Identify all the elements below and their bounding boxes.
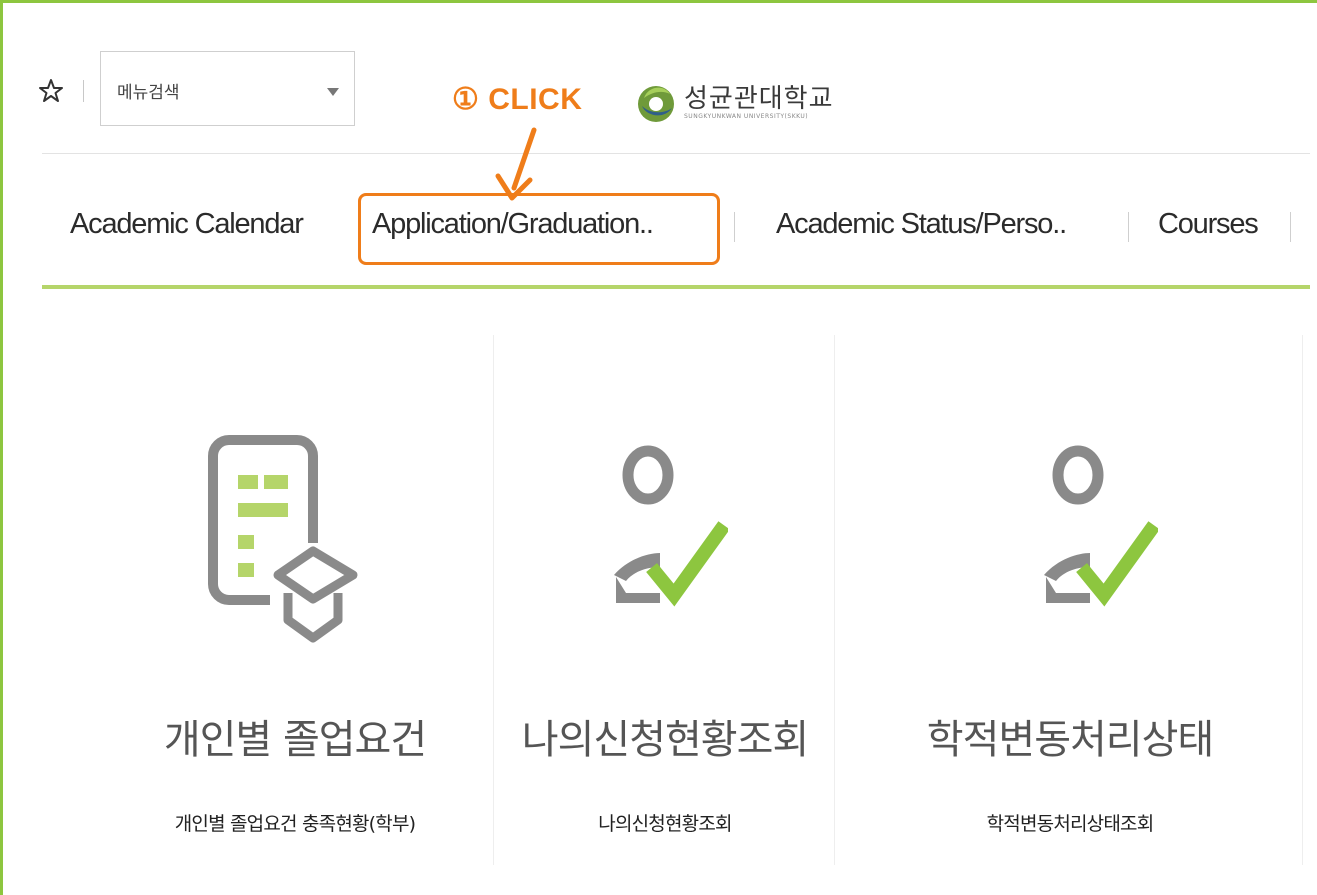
menu-search-select[interactable]: 메뉴검색 <box>100 51 355 126</box>
card-graduation-requirements[interactable]: 개인별 졸업요건 개인별 졸업요건 충족현황(학부) <box>100 335 490 875</box>
card-title: 나의신청현황조회 <box>521 717 809 763</box>
card-title: 개인별 졸업요건 <box>163 717 427 763</box>
click-arrow-icon <box>495 127 537 201</box>
nav-underline <box>42 285 1310 289</box>
user-check-icon <box>614 445 728 607</box>
nav-separator <box>1128 212 1129 242</box>
university-logo-icon <box>638 86 674 122</box>
chevron-down-icon <box>327 88 339 96</box>
card-description: 학적변동처리상태조회 <box>986 813 1155 835</box>
university-logo-text: 성균관대학교 <box>684 84 834 114</box>
nav-item-courses[interactable]: Courses <box>1158 208 1259 241</box>
university-logo-subtext: SUNGKYUNKWAN UNIVERSITY(SKKU) <box>684 113 809 120</box>
toolbar-divider <box>83 80 84 102</box>
card-divider <box>834 335 835 865</box>
nav-separator <box>734 212 735 242</box>
star-favorite-icon[interactable] <box>38 78 64 104</box>
nav-separator <box>1290 212 1291 242</box>
header-divider <box>42 153 1310 154</box>
card-title: 학적변동처리상태 <box>926 717 1214 763</box>
card-my-applications[interactable]: 나의신청현황조회 나의신청현황조회 <box>500 335 830 875</box>
nav-item-academic-calendar[interactable]: Academic Calendar <box>70 208 304 241</box>
card-divider <box>493 335 494 865</box>
user-check-icon <box>1044 445 1158 607</box>
click-annotation-label: ① CLICK <box>452 83 583 116</box>
card-description: 나의신청현황조회 <box>598 813 732 835</box>
nav-item-academic-status[interactable]: Academic Status/Perso.. <box>776 208 1067 241</box>
menu-search-label: 메뉴검색 <box>117 83 180 103</box>
card-description: 개인별 졸업요건 충족현황(학부) <box>174 813 416 835</box>
card-divider <box>1302 335 1303 865</box>
graduation-document-icon <box>208 435 360 643</box>
card-academic-status-change[interactable]: 학적변동처리상태 학적변동처리상태조회 <box>840 335 1300 875</box>
